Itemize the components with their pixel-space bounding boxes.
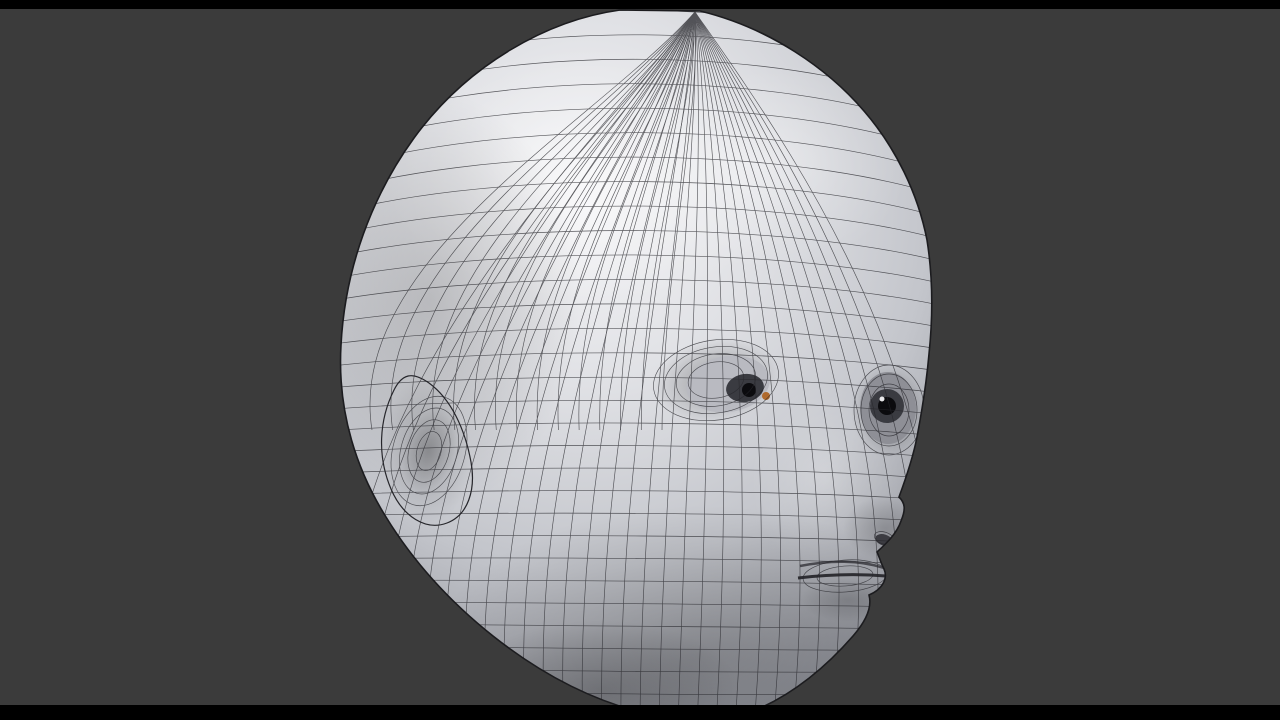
letterbox-top	[0, 0, 1280, 9]
viewport-3d[interactable]	[0, 0, 1280, 720]
eye-glint-left	[762, 392, 770, 400]
render-canvas	[0, 0, 1280, 720]
eye-glint-right	[879, 396, 885, 402]
letterbox-bottom	[0, 705, 1280, 720]
